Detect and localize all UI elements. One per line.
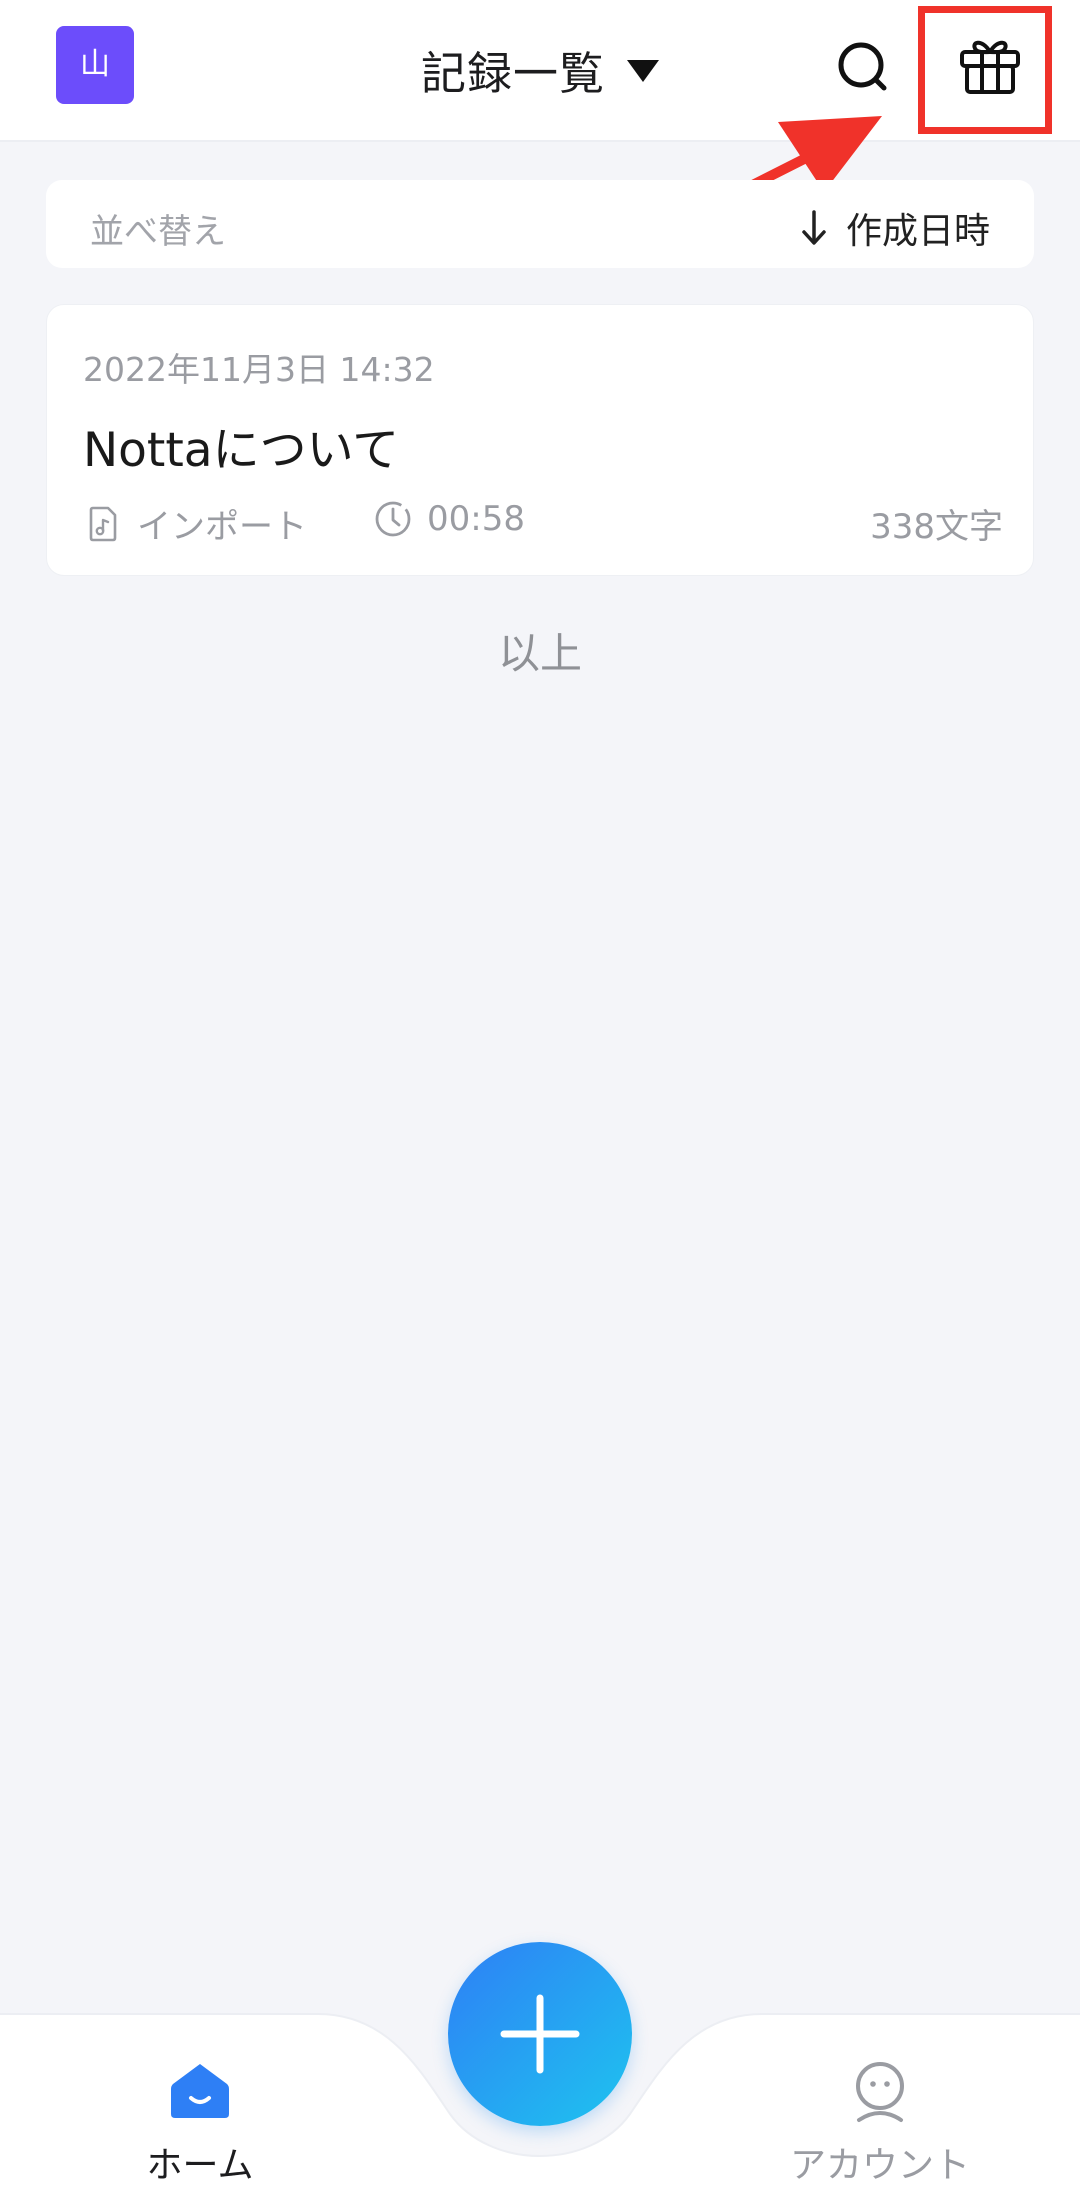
nav-account[interactable]: アカウント bbox=[780, 2058, 980, 2188]
account-icon bbox=[856, 2062, 904, 2122]
home-icon bbox=[171, 2064, 229, 2118]
record-date: 2022年11月3日 14:32 bbox=[83, 350, 435, 389]
caret-down-icon bbox=[627, 60, 659, 82]
record-char-count: 338文字 bbox=[870, 507, 1003, 547]
page-title: 記録一覧 bbox=[420, 46, 605, 100]
app-screen: 山 記録一覧 並べ替え 作成日時 2022年11月3日 14:32 Nottaに… bbox=[0, 0, 1080, 2200]
gift-highlight-box bbox=[918, 6, 1052, 134]
list-end-label: 以上 bbox=[497, 629, 582, 678]
nav-account-label: アカウント bbox=[789, 2145, 970, 2186]
search-icon[interactable] bbox=[832, 36, 898, 102]
add-record-button[interactable] bbox=[448, 1942, 632, 2126]
record-meta: インポート 00:58 338文字 bbox=[83, 493, 1003, 548]
clock-icon bbox=[375, 501, 411, 537]
sort-label: 並べ替え bbox=[90, 212, 226, 252]
sort-selector[interactable]: 作成日時 bbox=[800, 202, 990, 254]
arrow-down-icon bbox=[802, 210, 826, 245]
audio-file-icon bbox=[89, 506, 117, 541]
sort-value: 作成日時 bbox=[845, 211, 990, 252]
record-duration-value: 00:58 bbox=[427, 499, 525, 539]
nav-home-label: ホーム bbox=[146, 2145, 254, 2186]
record-card[interactable]: 2022年11月3日 14:32 Nottaについて インポート 00:58 3… bbox=[46, 304, 1034, 576]
record-title: Nottaについて bbox=[83, 423, 400, 478]
record-source: インポート bbox=[83, 499, 307, 548]
record-duration: 00:58 bbox=[373, 499, 525, 539]
record-source-label: インポート bbox=[137, 507, 307, 547]
sort-bar[interactable]: 並べ替え 作成日時 bbox=[46, 180, 1034, 268]
plus-icon bbox=[500, 1994, 580, 2074]
nav-home[interactable]: ホーム bbox=[120, 2058, 280, 2188]
